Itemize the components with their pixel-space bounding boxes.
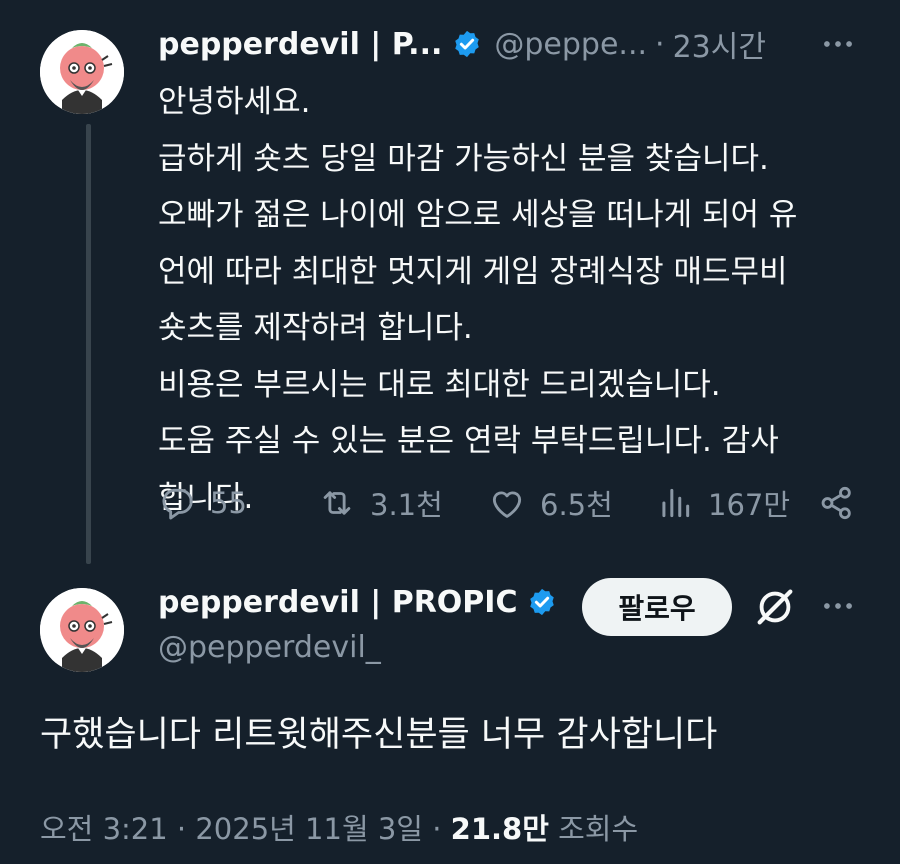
tweet-text-line: 도움 주실 수 있는 분은 연락 부탁드립니다. 감사 <box>158 423 779 459</box>
separator: · <box>176 812 187 846</box>
avatar[interactable] <box>40 588 124 672</box>
like-count: 6.5천 <box>540 488 613 522</box>
separator: · <box>432 812 442 846</box>
tweet-time[interactable]: 23시간 <box>673 22 766 66</box>
retweet-count: 3.1천 <box>370 488 443 522</box>
tweet1-header: pepperdevil | P... @peppe... · 23시간 <box>158 22 878 66</box>
reply-count: 55 <box>210 486 247 520</box>
tweet-actions: 55 3.1천 6.5천 167만 <box>158 478 862 528</box>
tweet-text-line: 비용은 부르시는 대로 최대한 드리겠습니다. <box>158 366 721 403</box>
reply-button[interactable]: 55 <box>158 478 247 528</box>
avatar-image <box>40 30 124 114</box>
tweet-text-line: 오빠가 젊은 나이에 암으로 세상을 떠나게 되어 유 <box>158 197 798 233</box>
like-button[interactable]: 6.5천 <box>488 478 613 528</box>
verified-badge-icon[interactable] <box>452 29 482 59</box>
thread-line <box>86 124 91 564</box>
share-icon <box>821 486 851 520</box>
display-name[interactable]: pepperdevil | P... <box>158 27 442 62</box>
verified-badge-icon[interactable] <box>527 587 557 617</box>
tweet-date[interactable]: 2025년 11월 3일 <box>195 812 423 846</box>
views-label: 조회수 <box>558 812 639 846</box>
separator: · <box>655 26 665 62</box>
tweet-text-line: 숏츠를 제작하려 합니다. <box>158 310 473 346</box>
bar-chart-icon <box>662 488 690 518</box>
retweet-icon <box>323 491 351 515</box>
retweet-button[interactable]: 3.1천 <box>318 478 443 528</box>
display-name[interactable]: pepperdevil | PROPIC <box>158 585 517 620</box>
tweet-text-line: 급하게 숏츠 당일 마감 가능하신 분을 찾습니다. <box>158 140 769 177</box>
tweet-meta: 오전 3:21 · 2025년 11월 3일 · 21.8만 조회수 <box>40 806 638 848</box>
view-count: 167만 <box>708 488 791 522</box>
avatar[interactable] <box>40 30 124 114</box>
tweet2-header: pepperdevil | PROPIC <box>158 580 557 624</box>
follow-button[interactable]: 팔로우 <box>582 578 732 636</box>
grok-icon[interactable] <box>752 584 798 630</box>
view-count: 21.8만 <box>450 812 549 846</box>
tweet-time[interactable]: 오전 3:21 <box>40 812 168 846</box>
more-dots-icon[interactable] <box>818 24 858 64</box>
heart-icon <box>492 491 522 518</box>
tweet-text: 구했습니다 리트윗해주신분들 너무 감사합니다 <box>40 715 718 755</box>
user-handle[interactable]: @pepperdevil_ <box>158 630 381 665</box>
views-button[interactable]: 167만 <box>656 478 790 528</box>
share-button[interactable] <box>818 478 856 528</box>
user-handle[interactable]: @peppe... <box>494 27 647 62</box>
tweet-text-line: 언에 따라 최대한 멋지게 게임 장례식장 매드무비 <box>158 253 788 290</box>
reply-bubble-icon <box>162 488 193 520</box>
avatar-image <box>40 588 124 672</box>
tweet-text-line: 안녕하세요. <box>158 84 311 120</box>
tweet-text: 안녕하세요. 급하게 숏츠 당일 마감 가능하신 분을 찾습니다. 오빠가 젊은… <box>158 74 858 526</box>
more-dots-icon[interactable] <box>818 586 858 626</box>
